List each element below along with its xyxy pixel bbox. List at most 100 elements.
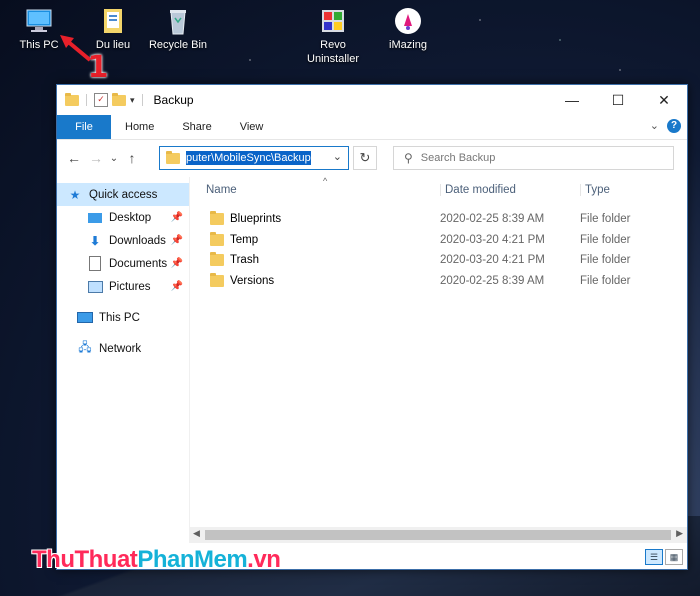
folder-icon xyxy=(98,6,128,36)
file-name-cell: Blueprints xyxy=(190,211,440,226)
tab-home[interactable]: Home xyxy=(111,115,168,139)
desktop-icon-label: iMazing xyxy=(389,39,427,51)
window-controls: — ☐ ✕ xyxy=(549,85,687,115)
sidebar-item-label: Network xyxy=(99,342,142,355)
view-toggle: ☰ ▦ xyxy=(645,549,683,565)
pin-icon[interactable]: 📌 xyxy=(171,281,183,292)
star-icon: ★ xyxy=(69,187,81,202)
maximize-button[interactable]: ☐ xyxy=(595,85,641,115)
scrollbar-thumb[interactable] xyxy=(205,530,671,540)
file-date: 2020-02-25 8:39 AM xyxy=(440,213,545,226)
sidebar-item-this-pc[interactable]: This PC xyxy=(57,306,189,329)
file-name: Blueprints xyxy=(230,213,282,226)
navigation-pane[interactable]: ★ Quick access Desktop 📌 ⬇ Downloads 📌 D… xyxy=(57,177,190,543)
details-view-icon[interactable]: ☰ xyxy=(645,549,663,565)
desktop-icon-imazing[interactable]: iMazing xyxy=(371,6,445,52)
tab-share[interactable]: Share xyxy=(168,115,225,139)
sidebar-item-documents[interactable]: Documents 📌 xyxy=(57,252,189,275)
horizontal-scrollbar[interactable]: ◀ ▶ xyxy=(189,527,687,543)
folder-icon xyxy=(65,92,79,106)
desktop-icon-recycle-bin[interactable]: Recycle Bin xyxy=(141,6,215,52)
title-bar[interactable]: ✓ ▾ Backup — ☐ ✕ xyxy=(57,85,687,115)
column-header-type[interactable]: Type xyxy=(580,184,610,196)
sidebar-item-label: Quick access xyxy=(89,188,158,201)
customize-toolbar-icon[interactable]: ▾ xyxy=(130,95,135,106)
large-icons-view-icon[interactable]: ▦ xyxy=(665,549,683,565)
pin-icon[interactable]: 📌 xyxy=(171,212,183,223)
refresh-button[interactable]: ↻ xyxy=(353,146,377,170)
column-label: Name xyxy=(206,184,237,196)
close-button[interactable]: ✕ xyxy=(641,85,687,115)
scroll-right-icon[interactable]: ▶ xyxy=(676,528,683,539)
recent-locations-button[interactable]: ⌄ xyxy=(107,153,121,164)
forward-button[interactable]: → xyxy=(85,150,107,166)
file-date: 2020-03-20 4:21 PM xyxy=(440,233,545,246)
sidebar-item-downloads[interactable]: ⬇ Downloads 📌 xyxy=(57,229,189,252)
sidebar-item-label: Pictures xyxy=(109,280,151,293)
column-headers: ^ Name Date modified Type xyxy=(190,176,687,203)
minimize-button[interactable]: — xyxy=(549,85,595,115)
watermark: ThuThuatPhanMem.vn xyxy=(32,546,281,574)
sidebar-item-pictures[interactable]: Pictures 📌 xyxy=(57,275,189,298)
divider xyxy=(141,94,143,106)
desktop-icon-label: Recycle Bin xyxy=(148,39,208,51)
pin-icon[interactable]: 📌 xyxy=(171,235,183,246)
file-type: File folder xyxy=(580,213,631,226)
watermark-part: ThuThuat xyxy=(32,546,138,573)
up-button[interactable]: ↑ xyxy=(121,150,143,166)
download-icon: ⬇ xyxy=(89,233,101,248)
table-row[interactable]: Trash 2020-03-20 4:21 PM File folder xyxy=(190,250,687,271)
back-button[interactable]: ← xyxy=(63,150,85,166)
address-text[interactable]: puter\MobileSync\Backup xyxy=(186,151,311,165)
ribbon-controls: ⌄ ? xyxy=(650,119,681,133)
column-header-date[interactable]: Date modified xyxy=(440,184,580,196)
tab-view[interactable]: View xyxy=(226,115,278,139)
file-type: File folder xyxy=(580,254,631,267)
sidebar-item-label: Desktop xyxy=(109,211,152,224)
desktop-icon-revo-uninstaller[interactable]: Revo Uninstaller xyxy=(296,6,370,66)
file-date: 2020-03-20 4:21 PM xyxy=(440,254,545,267)
table-row[interactable]: Temp 2020-03-20 4:21 PM File folder xyxy=(190,230,687,251)
navigation-bar: ← → ⌄ ↑ puter\MobileSync\Backup ⌄ ↻ ⚲ Se… xyxy=(57,140,687,176)
document-icon xyxy=(87,256,103,271)
sort-ascending-icon: ^ xyxy=(323,176,328,186)
address-bar[interactable]: puter\MobileSync\Backup ⌄ xyxy=(159,146,349,170)
explorer-body: ★ Quick access Desktop 📌 ⬇ Downloads 📌 D… xyxy=(57,176,687,543)
sidebar-item-desktop[interactable]: Desktop 📌 xyxy=(57,206,189,229)
search-icon: ⚲ xyxy=(404,151,413,165)
scroll-left-icon[interactable]: ◀ xyxy=(193,528,200,539)
pin-icon[interactable]: 📌 xyxy=(171,258,183,269)
file-name: Temp xyxy=(230,233,259,246)
folder-icon xyxy=(166,150,180,164)
search-input[interactable]: ⚲ Search Backup xyxy=(393,146,674,170)
recycle-bin-icon xyxy=(163,6,193,36)
desktop-icon-label: Revo Uninstaller xyxy=(307,39,359,65)
table-row[interactable]: Versions 2020-02-25 8:39 AM File folder xyxy=(190,271,687,292)
ribbon-tabs: File Home Share View ⌄ ? xyxy=(57,115,687,140)
file-name-cell: Trash xyxy=(190,252,440,267)
sidebar-item-label: This PC xyxy=(99,311,140,324)
sidebar-item-quick-access[interactable]: ★ Quick access xyxy=(57,183,189,206)
folder-icon xyxy=(210,252,224,267)
file-name: Versions xyxy=(230,274,275,287)
table-row[interactable]: Blueprints 2020-02-25 8:39 AM File folde… xyxy=(190,209,687,230)
folder-icon xyxy=(210,231,224,246)
folder-icon xyxy=(210,211,224,226)
computer-icon xyxy=(77,311,93,325)
network-icon: 🖧 xyxy=(78,340,92,354)
watermark-part: PhanMem xyxy=(137,546,248,573)
quick-access-toolbar: ✓ ▾ xyxy=(65,92,146,107)
file-type: File folder xyxy=(580,233,631,246)
expand-ribbon-icon[interactable]: ⌄ xyxy=(650,119,659,133)
column-header-name[interactable]: ^ Name xyxy=(190,176,440,196)
imazing-icon xyxy=(393,6,423,36)
address-dropdown-icon[interactable]: ⌄ xyxy=(333,150,342,163)
sidebar-item-network[interactable]: 🖧 Network xyxy=(57,337,189,360)
file-list[interactable]: ^ Name Date modified Type Blueprints 202… xyxy=(190,176,687,543)
file-name-cell: Versions xyxy=(190,272,440,287)
tab-file[interactable]: File xyxy=(57,115,111,139)
properties-icon[interactable]: ✓ xyxy=(94,93,108,107)
help-icon[interactable]: ? xyxy=(667,119,681,133)
new-folder-icon[interactable] xyxy=(112,92,126,106)
file-name: Trash xyxy=(230,254,259,267)
